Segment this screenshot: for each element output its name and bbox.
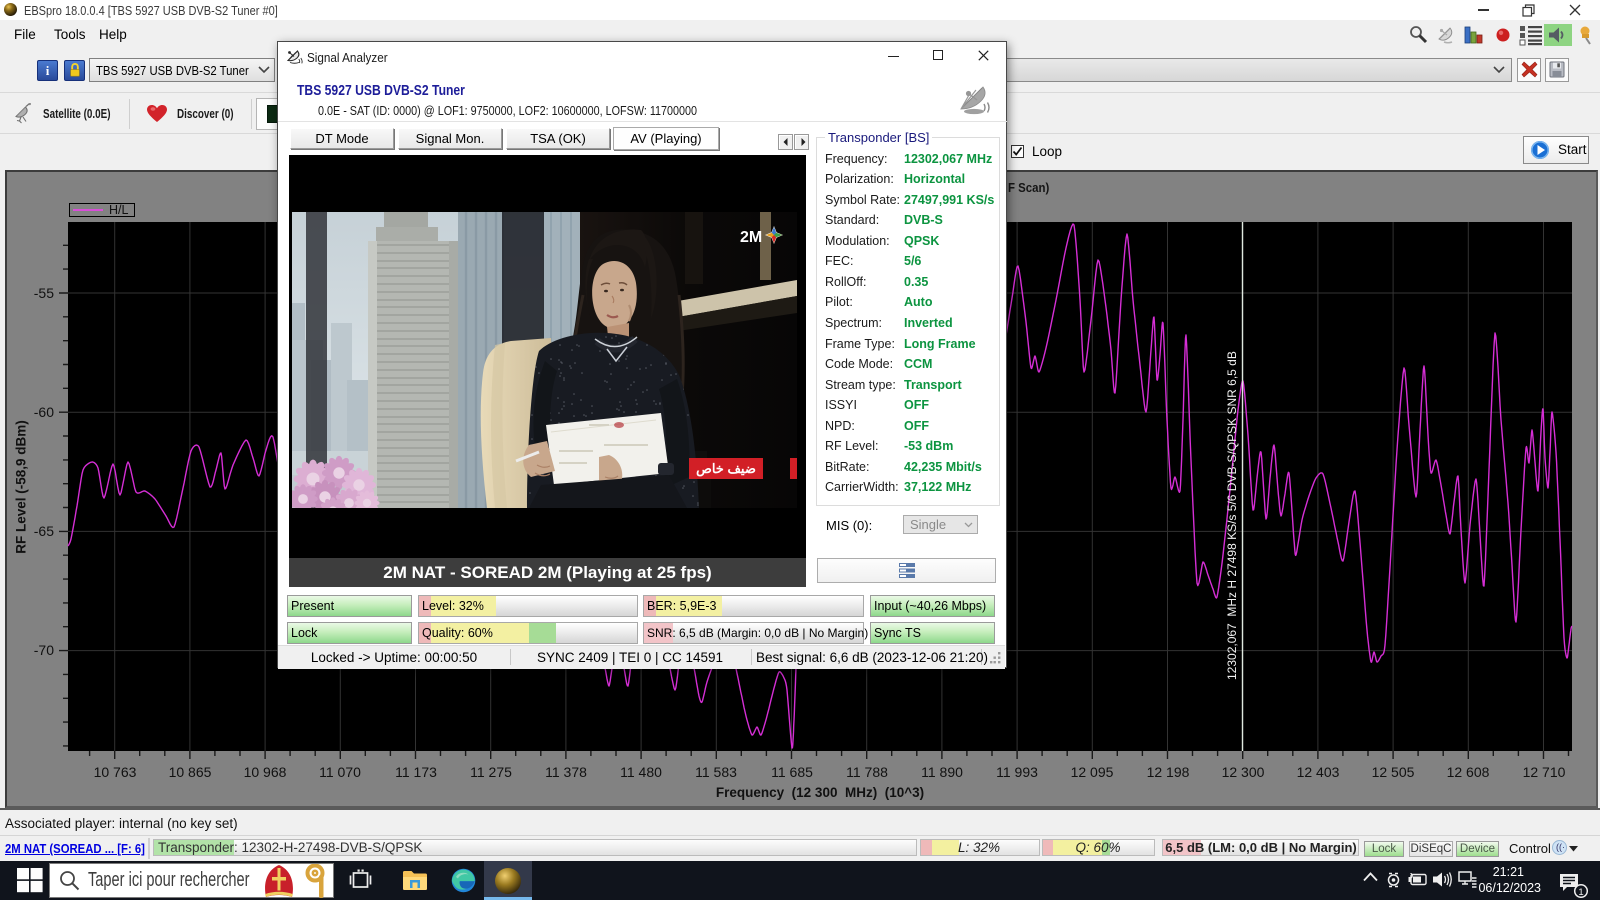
svg-text:1: 1 [1578, 887, 1583, 898]
svg-text:2M: 2M [740, 229, 762, 246]
svg-text:ضيف خاص: ضيف خاص [696, 461, 756, 477]
